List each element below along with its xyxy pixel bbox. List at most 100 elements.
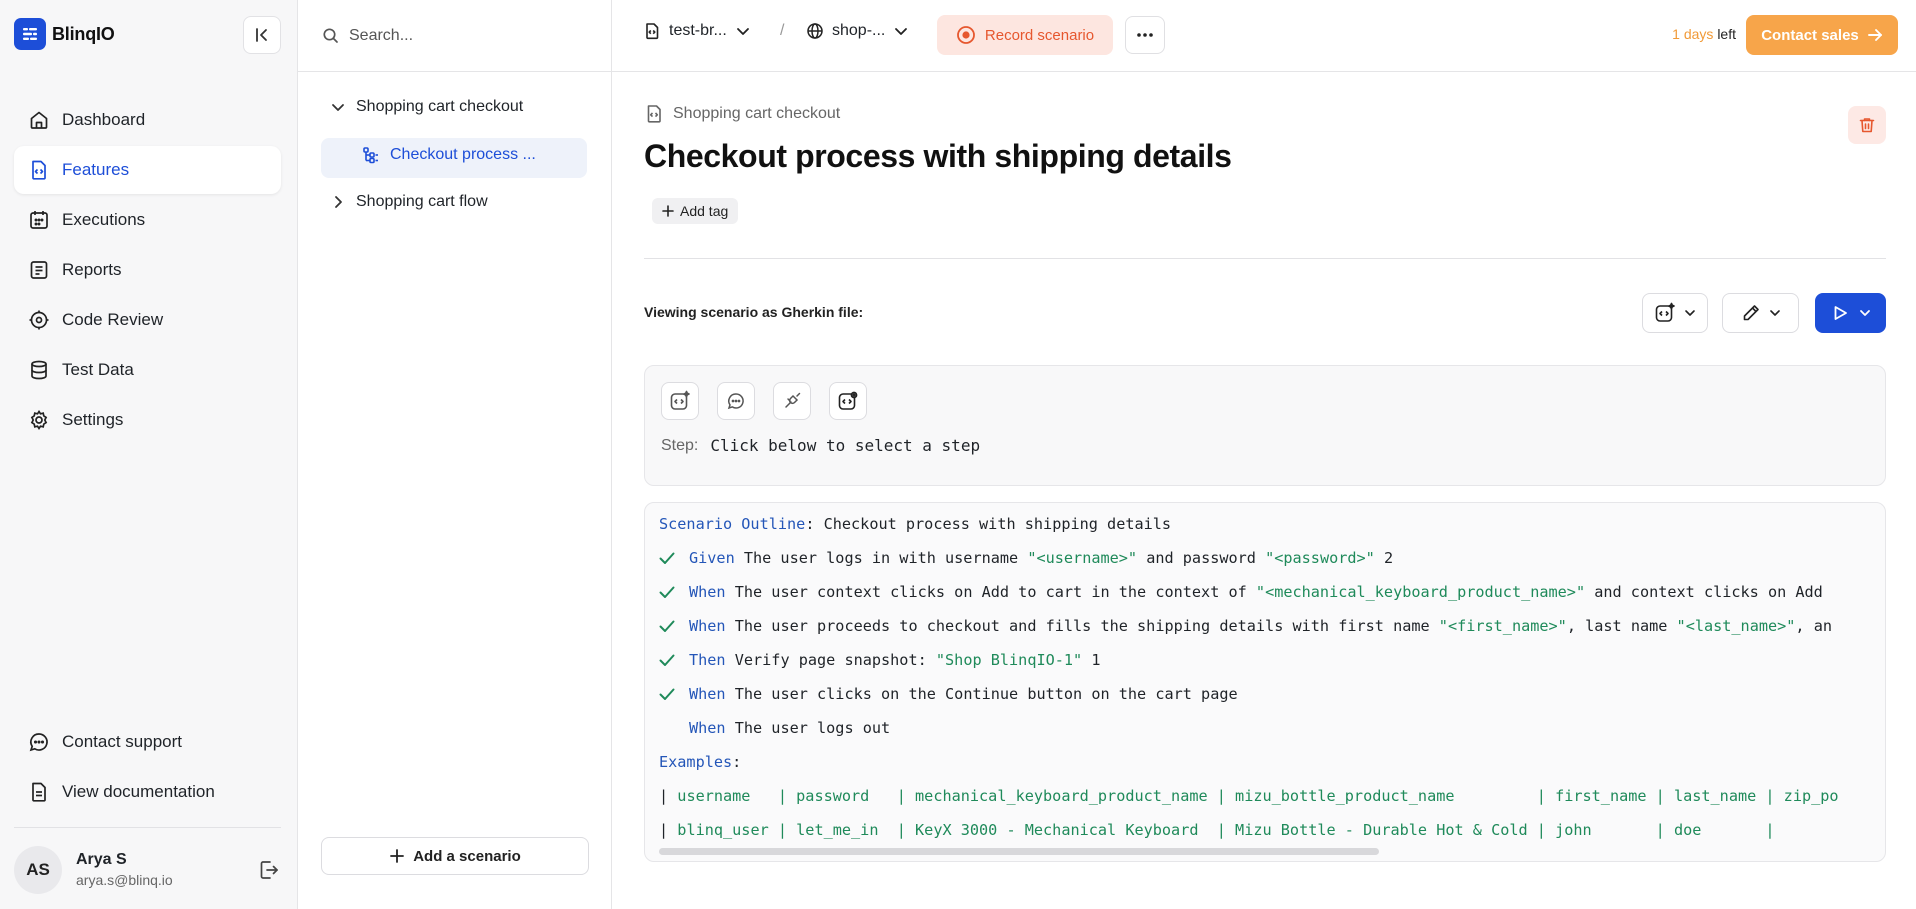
nav-test-data-label: Test Data	[62, 360, 134, 379]
tree-scenario-checkout-process[interactable]: Checkout process ...	[362, 146, 536, 164]
gherkin-step-line[interactable]: When The user clicks on the Continue but…	[689, 683, 1238, 705]
gherkin-editor[interactable]: Scenario Outline: Checkout process with …	[644, 502, 1886, 862]
examples-table-header[interactable]: | username | password | mechanical_keybo…	[659, 785, 1839, 807]
nav-dashboard[interactable]: Dashboard	[14, 96, 281, 144]
chevron-down-icon	[332, 104, 344, 111]
tree-feature-shopping-cart-flow[interactable]: Shopping cart flow	[330, 193, 488, 211]
arrow-right-icon	[1867, 29, 1882, 41]
top-bar: test-br... / shop-... Record scenario 1 …	[612, 0, 1916, 72]
project-selector[interactable]: test-br...	[643, 22, 751, 40]
delete-scenario-button[interactable]	[1848, 106, 1886, 144]
trial-days: 1 days	[1672, 26, 1714, 42]
contact-support-link[interactable]: Contact support	[14, 718, 281, 766]
record-scenario-label: Record scenario	[984, 26, 1095, 44]
record-scenario-button[interactable]: Record scenario	[937, 15, 1113, 55]
comment-step-button[interactable]	[717, 382, 755, 420]
gherkin-step-line[interactable]: Then Verify page snapshot: "Shop BlinqIO…	[689, 649, 1101, 671]
examples-colon: :	[732, 753, 742, 771]
step-text: 2	[1374, 549, 1394, 567]
ai-code-icon	[1655, 302, 1675, 322]
ai-generate-step-button[interactable]	[661, 382, 699, 420]
ai-assistant-dropdown[interactable]	[1642, 293, 1708, 333]
document-icon	[32, 782, 46, 802]
nav-settings[interactable]: Settings	[14, 396, 281, 444]
nav-features-label: Features	[62, 160, 130, 179]
table-header-cells: username | password | mechanical_keyboar…	[677, 787, 1839, 805]
step-passed-check-icon	[659, 688, 675, 700]
step-text: Verify page snapshot:	[725, 651, 936, 669]
feature-name: Shopping cart checkout	[673, 105, 841, 122]
avatar[interactable]: AS	[14, 846, 62, 894]
nav-code-review-label: Code Review	[62, 310, 164, 329]
code-review-icon	[29, 310, 49, 330]
step-passed-check-icon	[659, 620, 675, 632]
scenario-outline-line[interactable]: Scenario Outline: Checkout process with …	[659, 513, 1171, 535]
pencil-icon	[1743, 305, 1759, 321]
nav-test-data[interactable]: Test Data	[14, 346, 281, 394]
step-keyword: Given	[689, 549, 735, 567]
table-row-cells: blinq_user | let_me_in | KeyX 3000 - Mec…	[677, 821, 1775, 839]
nav-reports[interactable]: Reports	[14, 246, 281, 294]
contact-sales-button[interactable]: Contact sales	[1746, 15, 1898, 55]
tree-item-label: Shopping cart checkout	[356, 98, 524, 115]
step-parameter: "<mechanical_keyboard_product_name>"	[1255, 583, 1586, 601]
add-scenario-button[interactable]: Add a scenario	[321, 837, 589, 875]
examples-table-row[interactable]: | blinq_user | let_me_in | KeyX 3000 - M…	[659, 819, 1775, 841]
home-icon	[30, 111, 48, 129]
step-text: , last name	[1566, 617, 1677, 635]
ai-code-icon	[670, 390, 690, 410]
gherkin-step-line[interactable]: Given The user logs in with username "<u…	[689, 547, 1393, 569]
edit-mode-dropdown[interactable]	[1722, 293, 1799, 333]
search-input[interactable]	[349, 26, 589, 45]
gherkin-step-line[interactable]: When The user logs out	[689, 717, 890, 739]
more-options-button[interactable]	[1125, 16, 1165, 54]
feature-breadcrumb[interactable]: Shopping cart checkout	[644, 104, 840, 124]
user-profile: AS Arya S arya.s@blinq.io	[14, 844, 281, 896]
trial-remaining: 1 days left	[1672, 26, 1736, 42]
page-title: Checkout process with shipping details	[644, 138, 1232, 174]
add-tag-label: Add tag	[680, 203, 729, 219]
nav-dashboard-label: Dashboard	[62, 110, 146, 129]
gherkin-step-line[interactable]: When The user context clicks on Add to c…	[689, 581, 1823, 603]
environment-selector[interactable]: shop-...	[806, 22, 909, 40]
tree-item-label: Checkout process ...	[390, 146, 536, 163]
outline-title: : Checkout process with shipping details	[805, 515, 1172, 533]
nav-code-review[interactable]: Code Review	[14, 296, 281, 344]
chevron-right-icon	[335, 196, 342, 208]
step-text: The user clicks on the Continue button o…	[725, 685, 1238, 703]
database-icon	[31, 360, 47, 380]
add-tag-button[interactable]: Add tag	[652, 198, 739, 224]
step-text: The user context clicks on Add to cart i…	[725, 583, 1256, 601]
examples-keyword: Examples	[659, 753, 733, 771]
connect-step-button[interactable]	[773, 382, 811, 420]
nav-reports-label: Reports	[62, 260, 122, 279]
chat-icon	[29, 733, 48, 752]
ai-settings-button[interactable]	[829, 382, 867, 420]
plug-icon	[785, 392, 801, 408]
step-keyword: When	[689, 583, 726, 601]
examples-line[interactable]: Examples:	[659, 751, 741, 773]
feature-file-icon	[32, 160, 46, 180]
gherkin-step-line[interactable]: When The user proceeds to checkout and f…	[689, 615, 1832, 637]
step-passed-check-icon	[659, 586, 675, 598]
horizontal-scrollbar[interactable]	[659, 848, 1379, 855]
search-bar	[298, 0, 612, 72]
chevron-down-icon	[895, 28, 908, 35]
step-keyword: When	[689, 617, 726, 635]
scenario-detail: Shopping cart checkout Checkout process …	[612, 72, 1916, 909]
search-icon	[323, 28, 338, 43]
divider	[644, 258, 1886, 259]
step-parameter: "<username>"	[1027, 549, 1138, 567]
nav-executions[interactable]: Executions	[14, 196, 281, 244]
run-scenario-button[interactable]	[1815, 293, 1886, 333]
user-info: Arya S arya.s@blinq.io	[76, 850, 173, 890]
view-documentation-link[interactable]: View documentation	[14, 768, 281, 816]
collapse-sidebar-button[interactable]	[243, 16, 281, 54]
brand[interactable]: BlinqIO	[14, 18, 115, 50]
step-parameter: "<last_name>"	[1676, 617, 1796, 635]
step-text: The user logs in with username	[734, 549, 1028, 567]
project-name: test-br...	[669, 22, 727, 39]
nav-features[interactable]: Features	[14, 146, 281, 194]
logout-button[interactable]	[257, 858, 281, 882]
tree-feature-shopping-cart-checkout[interactable]: Shopping cart checkout	[330, 98, 523, 116]
